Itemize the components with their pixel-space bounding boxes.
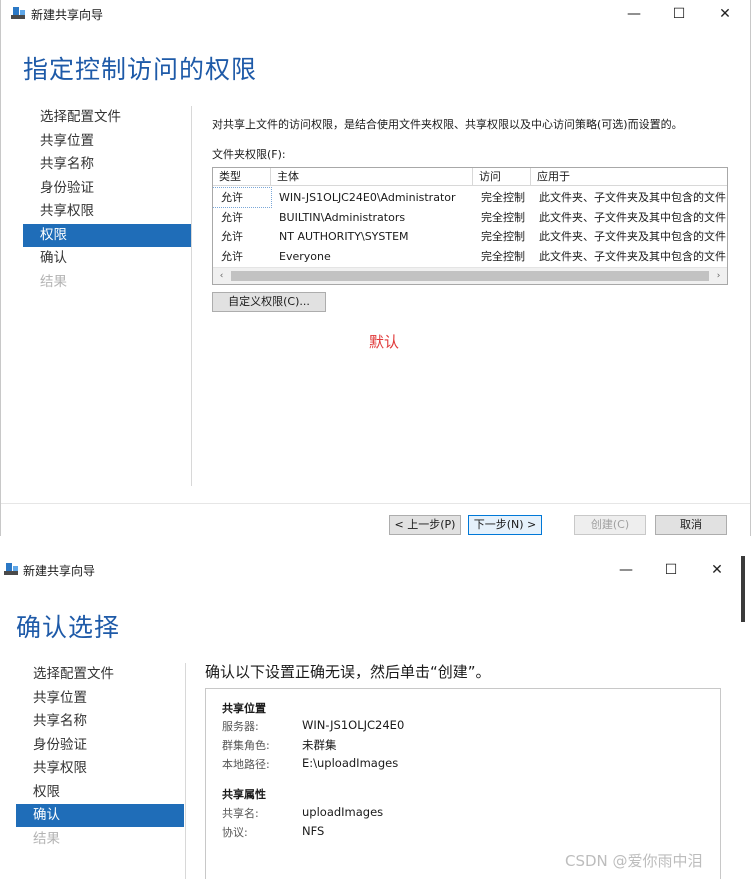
cell-access: 完全控制 [481, 210, 525, 224]
cell-type: 允许 [221, 230, 243, 243]
column-header-principal[interactable]: 主体 [271, 168, 473, 186]
nav-item[interactable]: 共享名称 [23, 153, 191, 176]
column-header-type[interactable]: 类型 [213, 168, 271, 186]
confirm-instruction: 确认以下设置正确无误，然后单击“创建”。 [205, 663, 491, 681]
nav-item[interactable]: 权限 [23, 223, 191, 247]
protocol-key: 协议: [222, 826, 248, 839]
local-path-value: E:\uploadImages [302, 756, 399, 770]
nav-item[interactable]: 选择配置文件 [16, 663, 184, 686]
cell-applies-to: 此文件夹、子文件夹及其中包含的文件 [539, 191, 726, 204]
nav-item[interactable]: 权限 [16, 781, 184, 804]
previous-button[interactable]: < 上一步(P) [389, 515, 461, 535]
server-value: WIN-JS1OLJC24E0 [302, 718, 405, 732]
wizard-window-confirm: 新建共享向导 — ☐ ✕ 确认选择 选择配置文件 共享位置 共享名称 身份验证 共享权限… [0, 556, 751, 879]
cluster-role-value: 未群集 [302, 738, 337, 752]
nav-item: 结果 [33, 830, 60, 847]
wizard-window-permissions: 新建共享向导 — ☐ ✕ 指定控制访问的权限 选择配置文件 共享位置 共享名称 身份验… [0, 0, 751, 536]
cancel-button[interactable]: 取消 [655, 515, 727, 535]
nav-item[interactable]: 身份验证 [23, 177, 191, 200]
nav-divider [185, 663, 186, 879]
page-title: 指定控制访问的权限 [23, 55, 258, 84]
cell-principal: NT AUTHORITY\SYSTEM [279, 230, 409, 243]
section-header-share-properties: 共享属性 [222, 788, 266, 801]
cell-principal: BUILTIN\Administrators [279, 210, 406, 224]
window-title: 新建共享向导 [31, 8, 104, 22]
server-manager-icon [4, 561, 20, 577]
server-key: 服务器: [222, 720, 259, 733]
nav-item[interactable]: 身份验证 [16, 734, 184, 757]
cell-access: 完全控制 [481, 230, 525, 243]
cell-type: 允许 [221, 210, 243, 224]
next-button[interactable]: 下一步(N) > [468, 515, 542, 535]
close-icon[interactable]: ✕ [694, 556, 740, 584]
share-name-value: uploadImages [302, 805, 384, 819]
cell-applies-to: 此文件夹、子文件夹及其中包含的文件 [539, 230, 726, 243]
scroll-right-icon[interactable]: › [710, 268, 727, 284]
title-bar[interactable]: 新建共享向导 — ☐ ✕ [1, 0, 750, 28]
page-title: 确认选择 [16, 613, 121, 642]
table-row[interactable]: 允许 NT AUTHORITY\SYSTEM 完全控制 此文件夹、子文件夹及其中包含的… [213, 227, 727, 246]
minimize-icon[interactable]: — [603, 556, 649, 584]
title-bar[interactable]: 新建共享向导 — ☐ ✕ [0, 556, 751, 584]
nav-item[interactable]: 共享位置 [16, 687, 184, 710]
nav-divider [191, 106, 192, 486]
maximize-icon[interactable]: ☐ [656, 0, 702, 28]
scroll-left-icon[interactable]: ‹ [213, 268, 230, 284]
minimize-icon[interactable]: — [611, 0, 657, 28]
cell-principal: WIN-JS1OLJC24E0\Administrator [279, 191, 456, 204]
nav-item: 结果 [40, 273, 67, 290]
grid-header: 类型 主体 访问 应用于 [213, 168, 727, 186]
nav-item[interactable]: 共享位置 [23, 130, 191, 153]
table-row[interactable]: 允许 Everyone 完全控制 此文件夹、子文件夹及其中包含的文件 [213, 247, 727, 266]
nav-item[interactable]: 共享权限 [23, 200, 191, 223]
nav-item[interactable]: 确认 [16, 804, 184, 827]
cell-applies-to: 此文件夹、子文件夹及其中包含的文件 [539, 210, 726, 224]
close-icon[interactable]: ✕ [702, 0, 748, 28]
cell-access: 完全控制 [481, 191, 525, 204]
watermark: CSDN @爱你雨中泪 [565, 852, 703, 870]
table-row[interactable]: 允许 BUILTIN\Administrators 完全控制 此文件夹、子文件夹及其中… [213, 208, 727, 227]
protocol-value: NFS [302, 824, 325, 838]
nav-item[interactable]: 确认 [23, 247, 191, 270]
section-header-share-location: 共享位置 [222, 702, 266, 715]
cluster-role-key: 群集角色: [222, 739, 270, 752]
table-row[interactable]: 允许 WIN-JS1OLJC24E0\Administrator 完全控制 此文件夹、… [213, 187, 727, 208]
permissions-grid: 类型 主体 访问 应用于 允许 WIN-JS1OLJC24E0\Administr… [212, 167, 728, 285]
background-window-edge [741, 556, 745, 622]
window-title: 新建共享向导 [23, 564, 96, 578]
local-path-key: 本地路径: [222, 758, 270, 771]
column-header-access[interactable]: 访问 [473, 168, 531, 186]
share-name-key: 共享名: [222, 807, 259, 820]
permissions-description: 对共享上文件的访问权限，是结合使用文件夹权限、共享权限以及中心访问策略(可选)而… [212, 118, 683, 131]
cell-applies-to: 此文件夹、子文件夹及其中包含的文件 [539, 249, 726, 263]
folder-permissions-label: 文件夹权限(F): [212, 148, 286, 161]
customize-permissions-button[interactable]: 自定义权限(C)... [212, 292, 326, 312]
maximize-icon[interactable]: ☐ [648, 556, 694, 584]
nav-item[interactable]: 共享权限 [16, 757, 184, 780]
scrollbar-thumb[interactable] [231, 271, 709, 281]
cell-access: 完全控制 [481, 249, 525, 263]
footer-divider [1, 503, 750, 504]
column-header-applies-to[interactable]: 应用于 [531, 168, 727, 186]
cell-principal: Everyone [279, 249, 331, 263]
nav-item[interactable]: 选择配置文件 [23, 106, 191, 129]
nav-item[interactable]: 共享名称 [16, 710, 184, 733]
server-manager-icon [11, 5, 27, 21]
cell-type: 允许 [221, 249, 243, 263]
create-button[interactable]: 创建(C) [574, 515, 646, 535]
default-note: 默认 [369, 333, 400, 351]
horizontal-scrollbar[interactable]: ‹ › [213, 267, 727, 284]
cell-type: 允许 [213, 187, 272, 208]
